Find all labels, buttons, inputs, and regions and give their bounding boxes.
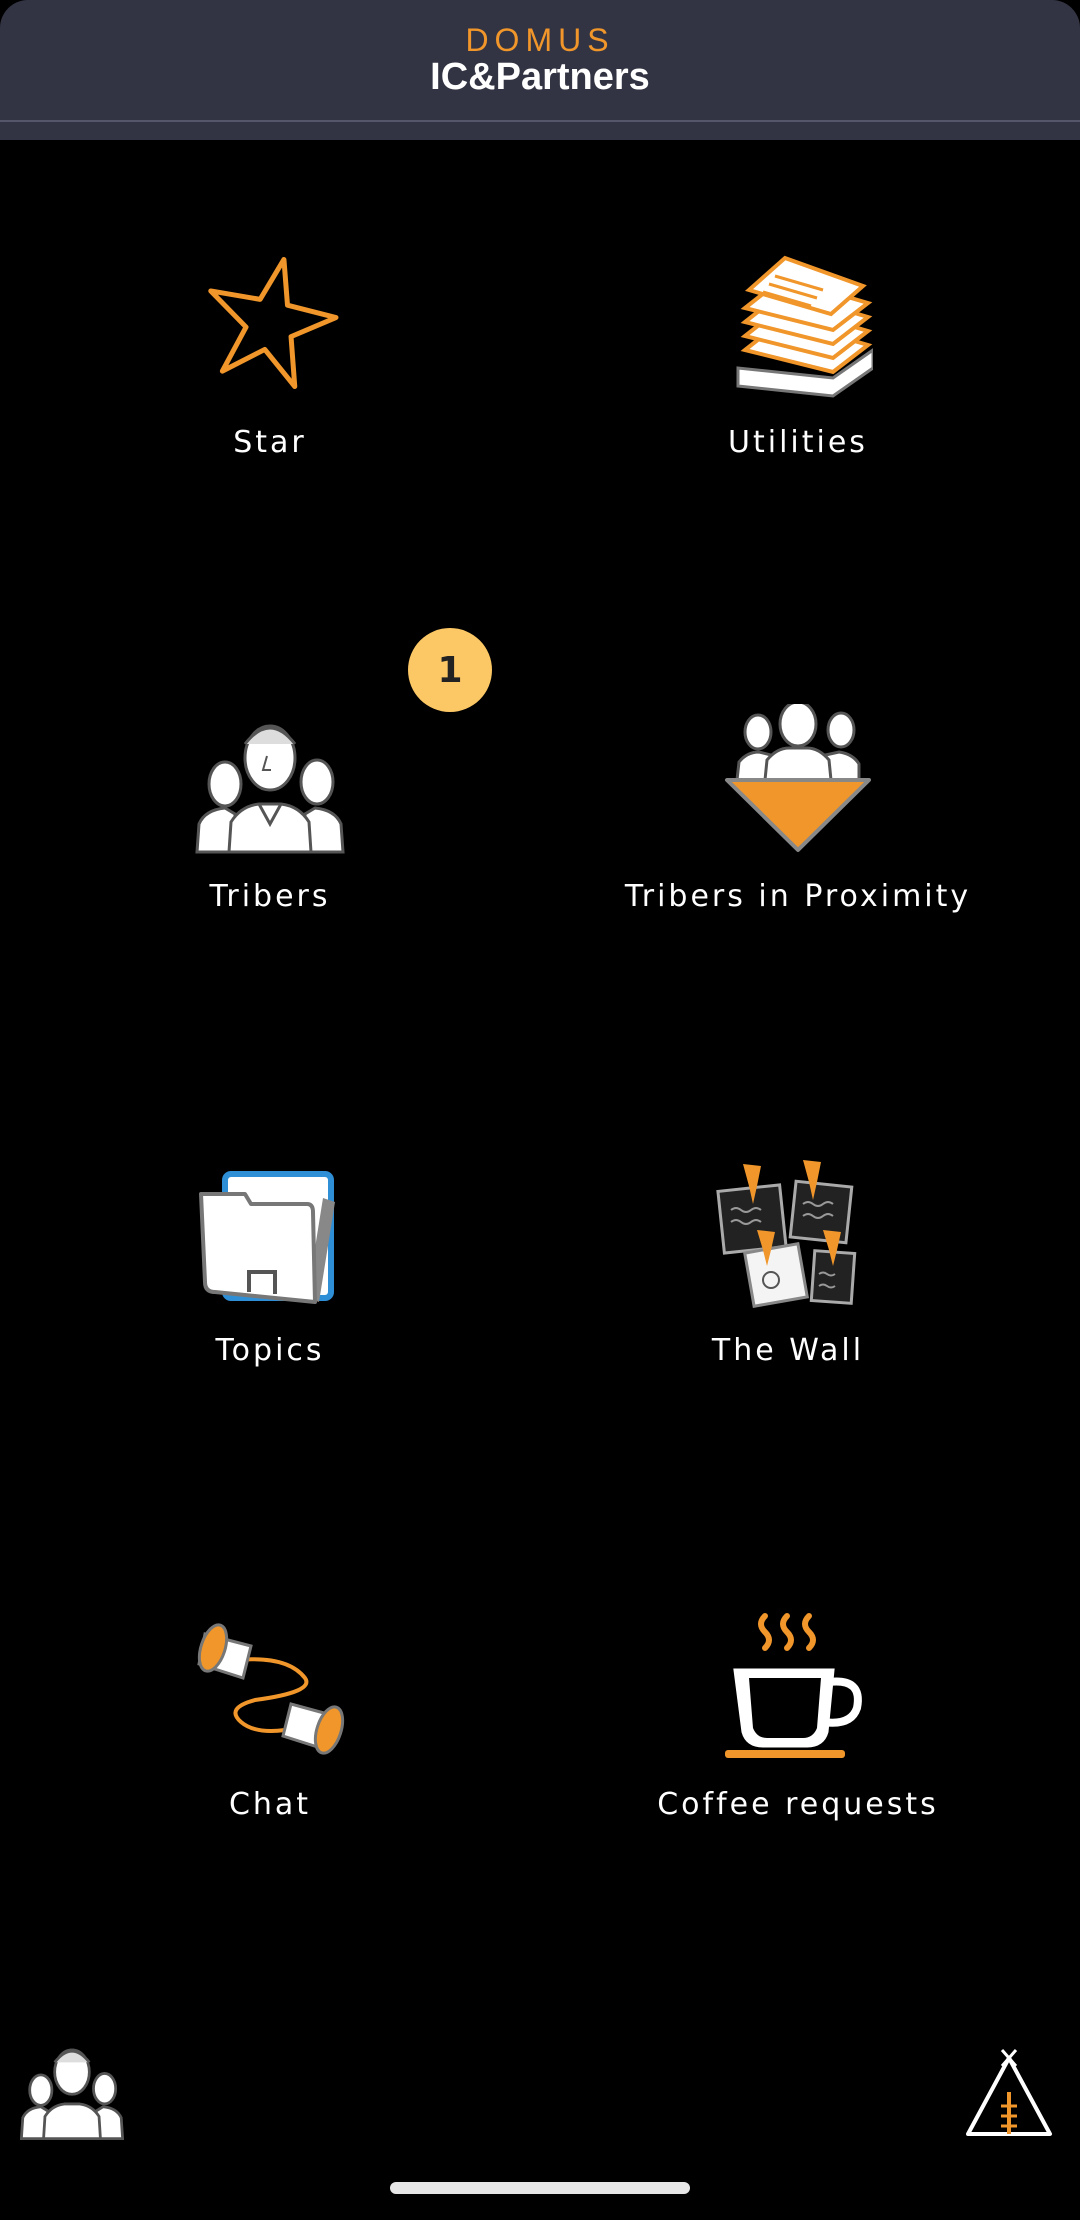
tile-star[interactable]: Star: [20, 250, 520, 490]
coffee-cup-icon: [725, 1613, 862, 1758]
tile-topics-label: Topics: [215, 1333, 325, 1368]
tile-topics[interactable]: Topics: [20, 1158, 520, 1398]
tile-tribers-label: Tribers: [209, 879, 331, 914]
tile-the-wall[interactable]: The Wall: [538, 1158, 1038, 1398]
header-title: IC&Partners: [430, 56, 650, 98]
tile-utilities-label: Utilities: [728, 425, 868, 460]
people-group-icon: [195, 724, 345, 854]
tile-chat[interactable]: Chat: [20, 1612, 520, 1852]
home-indicator[interactable]: [390, 2182, 690, 2194]
paper-stack-icon: [736, 255, 873, 398]
folder-icon: [199, 1171, 335, 1304]
header-subtitle: DOMUS: [465, 22, 615, 58]
tile-the-wall-label: The Wall: [711, 1333, 865, 1368]
tribers-notification-badge: 1: [408, 628, 492, 712]
tin-can-phone-icon: [197, 1623, 345, 1755]
header-divider: [0, 120, 1080, 140]
tile-tribers-in-proximity-label: Tribers in Proximity: [624, 879, 972, 914]
tile-tribers-in-proximity[interactable]: Tribers in Proximity: [548, 704, 1048, 944]
tile-coffee-requests-label: Coffee requests: [657, 1787, 939, 1822]
star-icon: [208, 256, 339, 389]
teepee-icon[interactable]: [964, 2048, 1054, 2138]
pinned-notes-icon: [716, 1160, 857, 1308]
tile-utilities[interactable]: Utilities: [548, 250, 1048, 490]
profile-group-button[interactable]: [20, 2036, 124, 2140]
tile-chat-label: Chat: [228, 1787, 312, 1822]
tile-star-label: Star: [233, 425, 307, 460]
tile-coffee-requests[interactable]: Coffee requests: [548, 1612, 1048, 1852]
people-funnel-icon: [725, 704, 871, 852]
tile-tribers[interactable]: Tribers: [20, 704, 520, 944]
app-header: DOMUS IC&Partners: [0, 0, 1080, 120]
